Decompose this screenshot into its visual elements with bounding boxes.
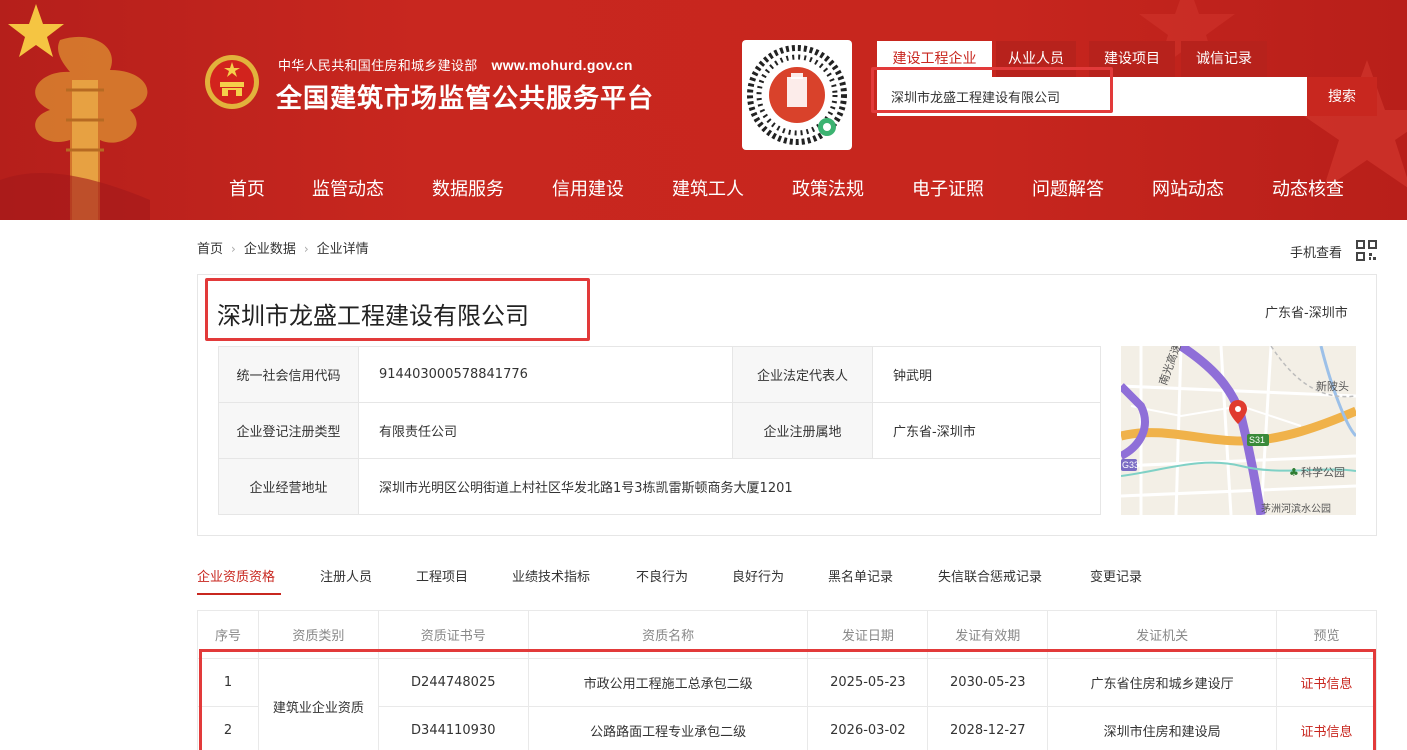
national-emblem-icon bbox=[205, 55, 259, 109]
map-place-label: 新陂头 bbox=[1316, 379, 1349, 393]
reg-place-label: 企业注册属地 bbox=[732, 402, 873, 459]
chevron-right-icon: › bbox=[231, 242, 236, 256]
tab-registered-staff[interactable]: 注册人员 bbox=[320, 566, 372, 585]
site-title[interactable]: 全国建筑市场监管公共服务平台 bbox=[276, 78, 654, 115]
qr-code-icon bbox=[747, 45, 847, 145]
active-tab-indicator bbox=[197, 593, 281, 595]
nav-item-data-service[interactable]: 数据服务 bbox=[432, 160, 504, 220]
nav-item-verification[interactable]: 动态核查 bbox=[1272, 160, 1344, 220]
search-tab-credit[interactable]: 诚信记录 bbox=[1181, 41, 1267, 77]
nav-item-site-news[interactable]: 网站动态 bbox=[1152, 160, 1224, 220]
map-graphic: 南光高速 新陂头 S31 G33 ♣ 科学公园 茅洲河滨水公园 bbox=[1121, 346, 1356, 515]
tab-joint-punishment[interactable]: 失信联合惩戒记录 bbox=[938, 566, 1042, 585]
company-name-highlight-box bbox=[205, 278, 590, 341]
nav-item-home[interactable]: 首页 bbox=[229, 160, 265, 220]
tab-bad-behavior[interactable]: 不良行为 bbox=[636, 566, 688, 585]
credit-code-label: 统一社会信用代码 bbox=[218, 346, 359, 403]
company-region: 广东省-深圳市 bbox=[1265, 306, 1348, 321]
breadcrumb: 首页 › 企业数据 › 企业详情 bbox=[197, 238, 369, 257]
credit-code-value: 914403000578841776 bbox=[358, 346, 733, 403]
legal-rep-value: 钟武明 bbox=[872, 346, 1101, 403]
address-label: 企业经营地址 bbox=[218, 458, 359, 515]
nav-item-workers[interactable]: 建筑工人 bbox=[672, 160, 744, 220]
tab-projects[interactable]: 工程项目 bbox=[416, 566, 468, 585]
legal-rep-label: 企业法定代表人 bbox=[732, 346, 873, 403]
company-info-table: 统一社会信用代码 914403000578841776 企业法定代表人 钟武明 … bbox=[218, 346, 1101, 515]
search-highlight-box bbox=[871, 67, 1113, 113]
tab-good-behavior[interactable]: 良好行为 bbox=[732, 566, 784, 585]
site-header: 中华人民共和国住房和城乡建设部 www.mohurd.gov.cn 全国建筑市场监… bbox=[0, 0, 1407, 220]
detail-tabs: 企业资质资格 注册人员 工程项目 业绩技术指标 不良行为 良好行为 黑名单记录 … bbox=[197, 558, 1377, 596]
main-nav: 首页 监管动态 数据服务 信用建设 建筑工人 政策法规 电子证照 问题解答 网站… bbox=[0, 160, 1407, 220]
chevron-right-icon: › bbox=[303, 242, 309, 256]
tab-performance[interactable]: 业绩技术指标 bbox=[512, 566, 590, 585]
ministry-name: 中华人民共和国住房和城乡建设部 www.mohurd.gov.cn bbox=[278, 55, 633, 74]
nav-item-e-license[interactable]: 电子证照 bbox=[912, 160, 984, 220]
ministry-url[interactable]: www.mohurd.gov.cn bbox=[492, 57, 633, 73]
breadcrumb-home[interactable]: 首页 bbox=[197, 242, 223, 257]
qr-code-icon[interactable] bbox=[1356, 240, 1377, 261]
nav-item-policy[interactable]: 政策法规 bbox=[792, 160, 864, 220]
breadcrumb-enterprise-detail: 企业详情 bbox=[316, 242, 369, 257]
search-button[interactable]: 搜索 bbox=[1307, 77, 1377, 116]
breadcrumb-enterprise-data[interactable]: 企业数据 bbox=[244, 242, 296, 257]
tab-blacklist[interactable]: 黑名单记录 bbox=[828, 566, 893, 585]
ministry-label: 中华人民共和国住房和城乡建设部 bbox=[278, 59, 478, 74]
tab-qualifications[interactable]: 企业资质资格 bbox=[197, 566, 275, 585]
nav-item-regulation-news[interactable]: 监管动态 bbox=[312, 160, 384, 220]
nav-item-faq[interactable]: 问题解答 bbox=[1032, 160, 1104, 220]
tab-change-records[interactable]: 变更记录 bbox=[1090, 566, 1142, 585]
map-road-shield: G33 bbox=[1122, 460, 1139, 470]
map-place-label: 茅洲河滨水公园 bbox=[1261, 502, 1331, 515]
map-road-shield: S31 bbox=[1249, 435, 1265, 445]
location-map[interactable]: 南光高速 新陂头 S31 G33 ♣ 科学公园 茅洲河滨水公园 bbox=[1121, 346, 1356, 515]
reg-type-label: 企业登记注册类型 bbox=[218, 402, 359, 459]
mini-program-qr bbox=[742, 40, 852, 150]
reg-place-value: 广东省-深圳市 bbox=[872, 402, 1101, 459]
address-value: 深圳市光明区公明街道上村社区华发北路1号3栋凯雷斯顿商务大厦1201 bbox=[358, 458, 1101, 515]
table-highlight-box bbox=[199, 649, 1376, 750]
tree-icon: ♣ bbox=[1289, 466, 1299, 479]
nav-item-credit[interactable]: 信用建设 bbox=[552, 160, 624, 220]
reg-type-value: 有限责任公司 bbox=[358, 402, 733, 459]
map-place-label: 科学公园 bbox=[1301, 465, 1345, 479]
mobile-view-link[interactable]: 手机查看 bbox=[1290, 242, 1342, 261]
